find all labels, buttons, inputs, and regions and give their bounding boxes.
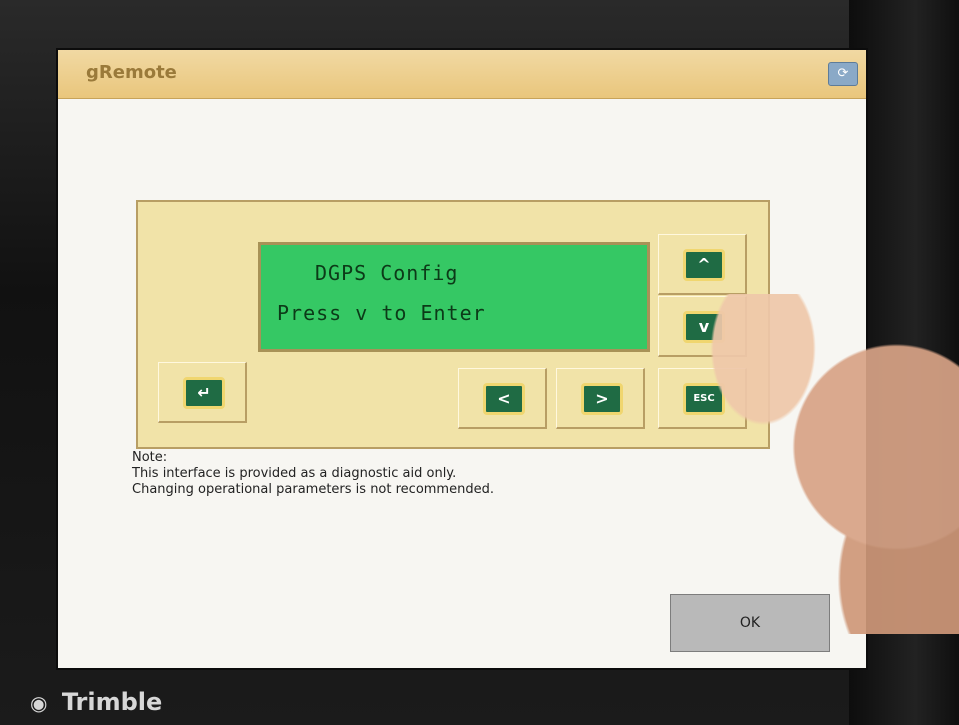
window-minimize-button[interactable]: ⟳ bbox=[828, 62, 858, 86]
enter-key[interactable]: ↵ bbox=[183, 377, 225, 409]
right-arrow-key[interactable]: > bbox=[581, 383, 623, 415]
remote-panel: DGPS Config Press v to Enter ^ v ↵ < > E… bbox=[136, 200, 770, 449]
window-titlebar: gRemote ⟳ bbox=[58, 50, 866, 99]
up-key-cell[interactable]: ^ bbox=[658, 234, 747, 295]
note-label: Note: bbox=[132, 450, 168, 465]
pointing-finger bbox=[708, 294, 959, 634]
lcd-line-2: Press v to Enter bbox=[277, 301, 486, 325]
left-arrow-key[interactable]: < bbox=[483, 383, 525, 415]
enter-key-cell[interactable]: ↵ bbox=[158, 362, 247, 423]
right-key-cell[interactable]: > bbox=[556, 368, 645, 429]
note-line-2: Changing operational parameters is not r… bbox=[132, 482, 494, 497]
lcd-line-1: DGPS Config bbox=[315, 261, 459, 285]
left-key-cell[interactable]: < bbox=[458, 368, 547, 429]
note-line-1: This interface is provided as a diagnost… bbox=[132, 466, 457, 481]
brand-label: Trimble bbox=[61, 688, 163, 716]
lcd-display: DGPS Config Press v to Enter bbox=[258, 242, 650, 352]
trimble-globe-icon: ◉ bbox=[30, 691, 48, 715]
diagnostic-note: Note: This interface is provided as a di… bbox=[132, 450, 494, 498]
window-title: gRemote bbox=[86, 62, 177, 83]
up-arrow-key[interactable]: ^ bbox=[683, 249, 725, 281]
window-minimize-icon: ⟳ bbox=[837, 66, 849, 81]
device-brand: ◉ Trimble bbox=[30, 688, 162, 716]
